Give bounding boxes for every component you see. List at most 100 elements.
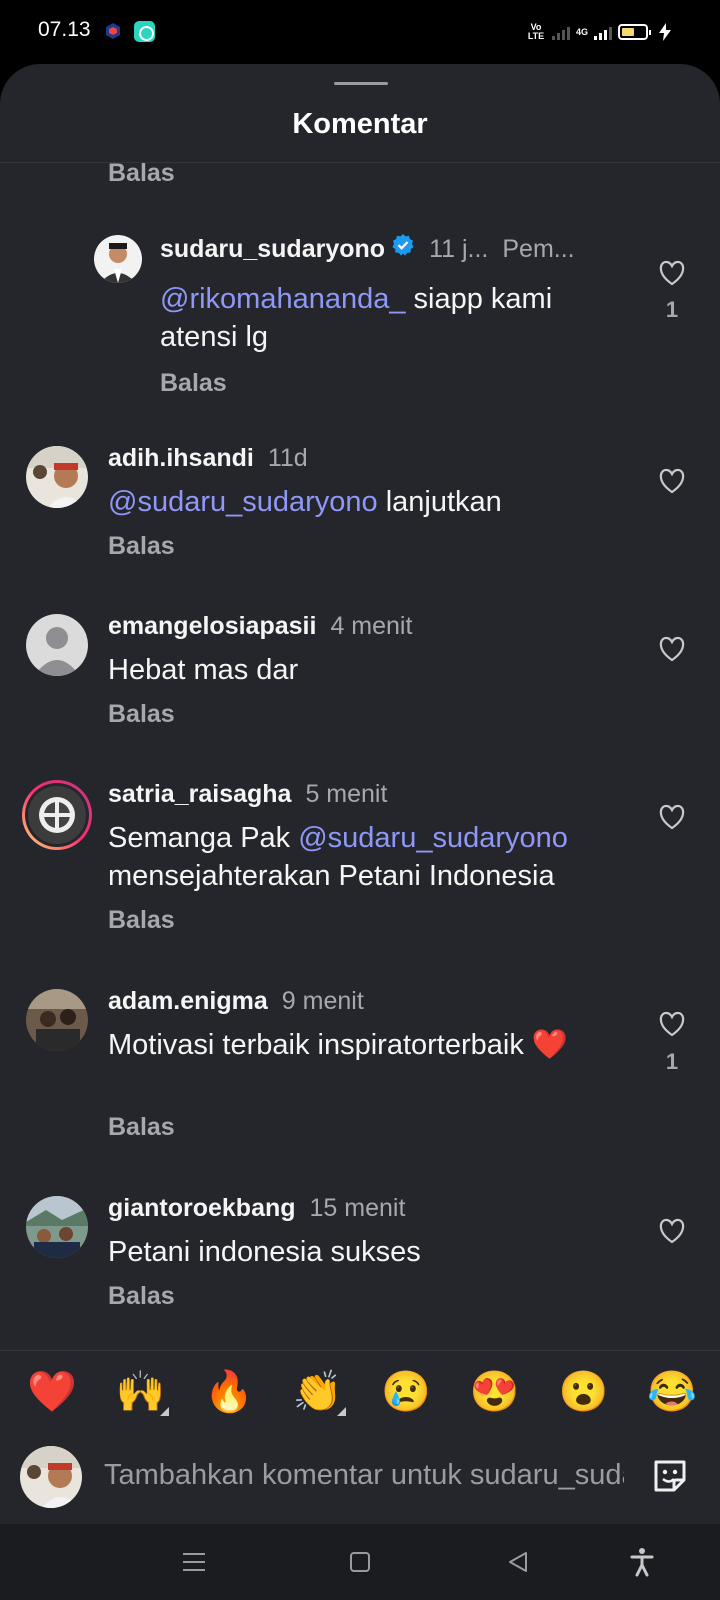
network-type: 4G (575, 27, 588, 37)
emoji-clap-button[interactable]: 👏 (288, 1366, 348, 1418)
emoji-glyph: 🙌 (115, 1370, 166, 1414)
battery-icon (618, 24, 651, 40)
reply-button[interactable]: Balas (108, 700, 175, 729)
volte-indicator: Vo LTE (527, 22, 545, 41)
comment-body: Hebat mas dar (108, 654, 299, 686)
system-nav-bar (0, 1524, 720, 1600)
heart-outline-icon[interactable] (658, 468, 686, 494)
comment-time: 4 menit (330, 612, 413, 640)
default-avatar-icon[interactable] (26, 614, 88, 676)
comment-text: @rikomahananda_ siapp kami atensi lg (160, 280, 610, 356)
heart-outline-icon[interactable] (658, 1011, 686, 1037)
charging-bolt-icon (659, 23, 671, 41)
username[interactable]: giantoroekbang (108, 1194, 296, 1223)
comments-list[interactable]: Balas sudaru_sudaryono 11 j... Pem... @r… (0, 163, 720, 1413)
comment-item: sudaru_sudaryono 11 j... Pem... @rikomah… (0, 223, 720, 413)
comment-text: @sudaru_sudaryono lanjutkan (108, 483, 618, 521)
username[interactable]: sudaru_sudaryono (160, 235, 385, 264)
emoji-quick-bar: ❤️ 🙌 🔥 👏 😢 😍 😮 😂 (22, 1366, 702, 1418)
verified-badge-icon (392, 234, 414, 256)
back-triangle-icon[interactable] (502, 1546, 534, 1578)
comment-text: Semanga Pak @sudaru_sudaryono mensejahte… (108, 819, 623, 895)
signal-sim2-icon (594, 24, 612, 40)
reply-button[interactable]: Balas (108, 532, 175, 561)
comment-header: adih.ihsandi 11d (108, 444, 308, 473)
status-right-group: Vo LTE 4G (526, 22, 672, 42)
comment-body: Petani indonesia sukses (108, 1236, 421, 1268)
heart-outline-icon[interactable] (658, 804, 686, 830)
comment-body: Motivasi terbaik inspiratorterbaik ❤️ (108, 1029, 568, 1061)
drag-handle[interactable] (334, 82, 388, 85)
emoji-crying-button[interactable]: 😢 (376, 1366, 436, 1418)
comment-composer (0, 1442, 720, 1524)
menu-icon[interactable] (178, 1546, 210, 1578)
username[interactable]: emangelosiapasii (108, 612, 316, 641)
reply-button[interactable]: Balas (108, 1282, 175, 1311)
heart-outline-icon[interactable] (658, 260, 686, 286)
like-count: 1 (665, 297, 679, 322)
mention-link[interactable]: @sudaru_sudaryono (108, 486, 378, 518)
comment-input[interactable] (104, 1452, 624, 1498)
comment-item: satria_raisagha 5 menit Semanga Pak @sud… (0, 764, 720, 954)
avatar[interactable] (26, 1196, 88, 1258)
comment-extra: Pem... (502, 235, 575, 263)
mention-link[interactable]: @rikomahananda_ (160, 283, 405, 315)
emoji-tears-of-joy-button[interactable]: 😂 (642, 1366, 702, 1418)
status-bar: 07.13 Vo LTE 4G (0, 0, 720, 64)
emoji-surprised-button[interactable]: 😮 (553, 1366, 613, 1418)
sheet-title: Komentar (292, 108, 428, 140)
avatar[interactable] (26, 989, 88, 1051)
emoji-raised-hands-button[interactable]: 🙌 (111, 1366, 171, 1418)
comment-header: giantoroekbang 15 menit (108, 1194, 405, 1223)
comment-header: emangelosiapasii 4 menit (108, 612, 412, 641)
username[interactable]: adam.enigma (108, 987, 268, 1016)
divider (0, 1350, 720, 1351)
my-avatar (20, 1446, 82, 1508)
skin-tone-indicator (336, 1407, 346, 1416)
mention-link[interactable]: @sudaru_sudaryono (298, 822, 568, 854)
emoji-glyph: 👏 (292, 1370, 343, 1414)
status-time: 07.13 (38, 18, 91, 41)
comment-body: lanjutkan (377, 486, 502, 518)
comment-time: 5 menit (305, 780, 388, 808)
comment-time: 11d (267, 444, 308, 472)
emoji-heart-button[interactable]: ❤️ (22, 1366, 82, 1418)
avatar-story-ring[interactable] (20, 778, 94, 852)
sticker-icon[interactable] (650, 1456, 690, 1496)
username[interactable]: satria_raisagha (108, 780, 291, 809)
comment-body-prefix: Semanga Pak (108, 822, 299, 854)
comment-time: 11 j... (429, 235, 489, 263)
accessibility-icon[interactable] (626, 1546, 658, 1578)
avatar[interactable] (94, 235, 142, 283)
app-notification-icon (106, 23, 120, 39)
emoji-heart-eyes-button[interactable]: 😍 (465, 1366, 525, 1418)
comment-item: giantoroekbang 15 menit Petani indonesia… (0, 1178, 720, 1328)
heart-outline-icon[interactable] (658, 1218, 686, 1244)
comment-header: adam.enigma 9 menit (108, 987, 364, 1016)
emoji-fire-button[interactable]: 🔥 (199, 1366, 259, 1418)
comments-sheet: Komentar Balas sudaru_sudaryono 11 j... … (0, 64, 720, 1524)
signal-sim1-icon (551, 24, 570, 40)
reply-button[interactable]: Balas (108, 906, 175, 935)
home-square-icon[interactable] (344, 1546, 376, 1578)
comment-header: satria_raisagha 5 menit (108, 780, 387, 809)
skin-tone-indicator (159, 1407, 169, 1416)
comment-item: emangelosiapasii 4 menit Hebat mas dar B… (0, 596, 720, 746)
comment-text: Petani indonesia sukses (108, 1233, 618, 1271)
comment-time: 9 menit (281, 987, 364, 1015)
comment-item: adam.enigma 9 menit Motivasi terbaik ins… (0, 971, 720, 1161)
reply-button[interactable]: Balas (108, 1113, 175, 1142)
comment-text: Motivasi terbaik inspiratorterbaik ❤️ (108, 1026, 608, 1064)
comment-item: adih.ihsandi 11d @sudaru_sudaryono lanju… (0, 428, 720, 578)
comment-text: Hebat mas dar (108, 651, 618, 689)
comment-header: sudaru_sudaryono 11 j... Pem... (160, 233, 575, 264)
username[interactable]: adih.ihsandi (108, 444, 254, 473)
avatar[interactable] (26, 446, 88, 508)
comment-body: mensejahterakan Petani Indonesia (108, 860, 555, 892)
heart-outline-icon[interactable] (658, 636, 686, 662)
comment-time: 15 menit (309, 1194, 406, 1222)
reply-button[interactable]: Balas (108, 163, 175, 188)
reply-button[interactable]: Balas (160, 369, 227, 398)
like-count: 1 (665, 1049, 679, 1074)
chat-app-notification-icon (134, 21, 155, 42)
